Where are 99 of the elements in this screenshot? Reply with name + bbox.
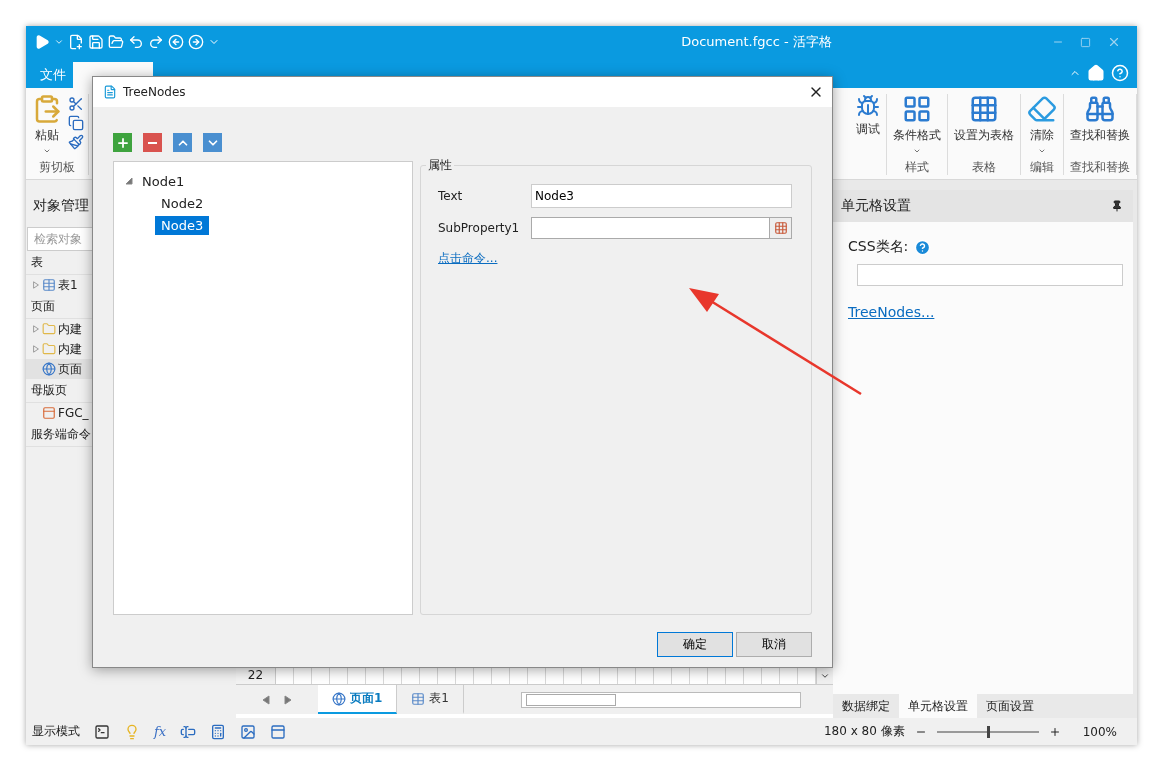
plus-icon: [115, 135, 130, 150]
move-up-button[interactable]: [173, 133, 192, 152]
picker-button[interactable]: [769, 218, 791, 238]
table-icon: [969, 94, 999, 124]
sheet-tab[interactable]: 页面1: [318, 685, 398, 714]
panel-tab[interactable]: 单元格设置: [899, 694, 977, 718]
binoculars-icon: [1085, 94, 1115, 124]
tree-node[interactable]: Node3: [155, 215, 210, 235]
redo-icon[interactable]: [148, 34, 164, 50]
caret-icon: [820, 671, 830, 681]
table-icon: [42, 278, 56, 292]
app-logo-icon: [103, 85, 117, 99]
copy-icon[interactable]: [68, 115, 84, 131]
caret-icon: [43, 147, 51, 155]
page-icon: [42, 362, 56, 376]
open-folder-icon[interactable]: [108, 34, 124, 50]
add-button[interactable]: [113, 133, 132, 152]
paintbrush-icon[interactable]: [68, 134, 84, 150]
tree-node[interactable]: Node1: [136, 171, 191, 191]
zoom-in-icon[interactable]: [1048, 725, 1061, 738]
run-icon[interactable]: [34, 34, 50, 50]
panel-title: 对象管理: [33, 197, 89, 215]
minus-icon: [148, 141, 157, 144]
image-icon[interactable]: [240, 723, 257, 740]
collapse-triangle-icon[interactable]: [124, 176, 134, 186]
new-file-icon[interactable]: [68, 34, 84, 50]
cancel-button[interactable]: 取消: [736, 632, 812, 657]
caret-icon: [1038, 147, 1046, 155]
scissors-icon[interactable]: [68, 96, 84, 112]
row-header: 22: [236, 668, 276, 684]
pin-icon[interactable]: [1111, 200, 1123, 212]
help-icon[interactable]: [1111, 64, 1129, 82]
ribbon-button[interactable]: 查找和替换: [1068, 94, 1132, 159]
sheet-tab[interactable]: 表1: [397, 685, 464, 714]
eraser-icon: [1027, 94, 1057, 124]
table-icon: [411, 691, 426, 706]
panel-tab[interactable]: 数据绑定: [833, 694, 899, 718]
group-label: 表格: [972, 159, 996, 175]
textbox-icon[interactable]: [180, 723, 197, 740]
ribbon-button[interactable]: 设置为表格: [952, 94, 1016, 159]
paste-button[interactable]: 粘贴: [30, 94, 64, 159]
folder-icon: [42, 322, 56, 336]
text-field[interactable]: Node3: [531, 184, 792, 208]
zoom-thumb[interactable]: [986, 725, 990, 738]
zoom-reading: 100%: [1082, 724, 1117, 739]
formula-button[interactable]: fx: [154, 724, 167, 739]
bug-icon: [856, 94, 880, 118]
group-legend: 属性: [426, 157, 454, 174]
field-label: SubProperty1: [438, 221, 521, 235]
layout-icon: [42, 406, 56, 420]
status-label: 显示模式: [32, 723, 80, 740]
picker-field[interactable]: [531, 217, 792, 239]
group-label: 编辑: [1030, 159, 1054, 175]
grid-icon: [773, 221, 788, 235]
calculator-icon[interactable]: [210, 723, 227, 740]
ribbon-button[interactable]: 条件格式: [891, 94, 943, 159]
next-sheet-icon[interactable]: [283, 694, 293, 705]
size-reading: 180 x 80 像素: [823, 723, 905, 740]
ribbon-button[interactable]: 清除: [1025, 94, 1059, 159]
tree-node[interactable]: Node2: [155, 193, 210, 213]
folder-icon: [42, 342, 56, 356]
ok-button[interactable]: 确定: [657, 632, 733, 657]
field-label: Text: [438, 189, 464, 203]
panel-title: 单元格设置: [841, 197, 911, 215]
group-label: 查找和替换: [1070, 159, 1130, 175]
move-down-button[interactable]: [203, 133, 222, 152]
help-icon[interactable]: [914, 238, 932, 256]
field-label: CSS类名:: [848, 238, 909, 256]
scroll-down-button[interactable]: [816, 668, 833, 684]
object-item[interactable]: 内建: [26, 339, 236, 359]
terminal-icon[interactable]: [94, 723, 110, 740]
caret-icon[interactable]: [54, 37, 64, 47]
home-icon[interactable]: [1087, 64, 1105, 82]
back-icon[interactable]: [168, 34, 184, 50]
dialog-title: TreeNodes: [123, 85, 187, 99]
group-label: 剪切板: [39, 159, 75, 175]
group-label: 样式: [905, 159, 929, 175]
expand-icon[interactable]: [32, 280, 40, 290]
save-icon[interactable]: [88, 34, 104, 50]
horizontal-scrollbar[interactable]: [521, 691, 801, 708]
object-item[interactable]: 内建: [26, 319, 236, 339]
window-title: Document.fgcc - 活字格: [680, 33, 833, 51]
previous-sheet-icon[interactable]: [261, 694, 271, 705]
object-item[interactable]: FGC_: [26, 403, 236, 423]
undo-icon[interactable]: [128, 34, 144, 50]
object-item[interactable]: 表1: [26, 275, 236, 295]
command-link[interactable]: 点击命令...: [438, 250, 498, 267]
grid-icon: [902, 94, 932, 124]
forward-icon[interactable]: [188, 34, 204, 50]
form-icon[interactable]: [270, 723, 287, 740]
ribbon-button[interactable]: 调试: [854, 94, 882, 159]
page-icon: [332, 691, 346, 706]
panel-tab[interactable]: 页面设置: [977, 694, 1043, 718]
bulb-icon[interactable]: [124, 723, 140, 740]
remove-button[interactable]: [143, 133, 162, 152]
css-class-field[interactable]: [857, 264, 1123, 286]
treenodes-link[interactable]: TreeNodes...: [848, 304, 935, 320]
maximize-icon[interactable]: [1080, 36, 1091, 48]
caret-icon: [913, 147, 921, 155]
